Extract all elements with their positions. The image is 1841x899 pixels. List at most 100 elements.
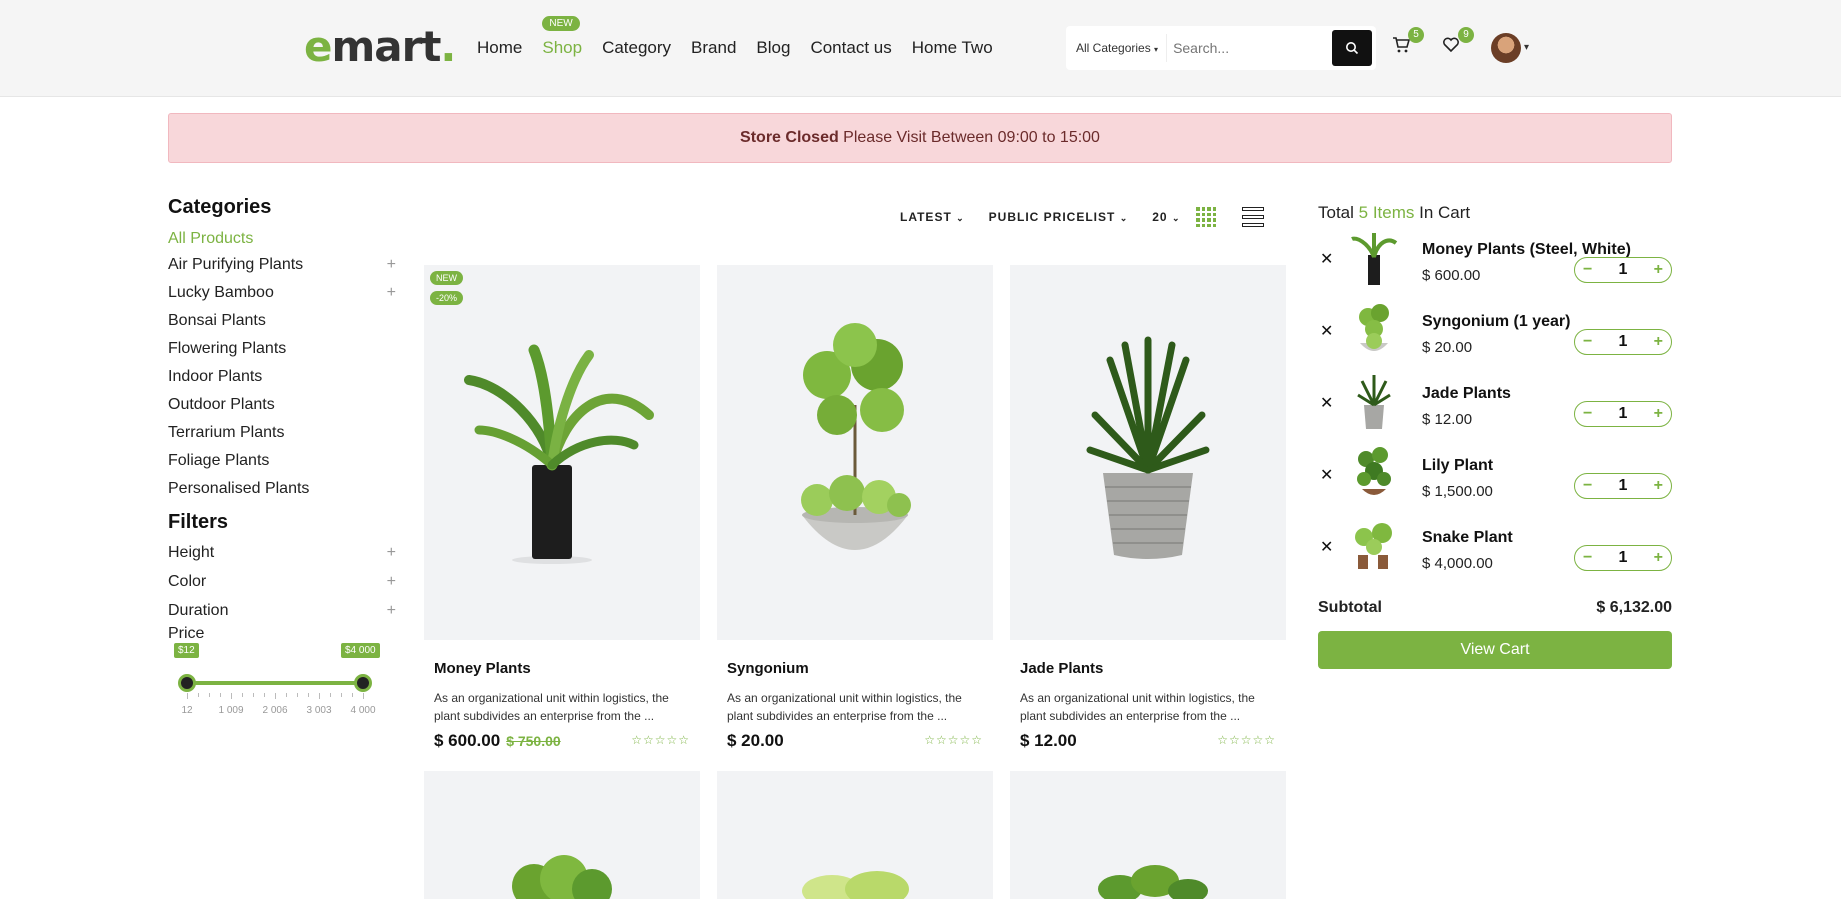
remove-item-icon[interactable]: ✕ (1320, 465, 1333, 485)
filter-duration[interactable]: Duration + (168, 596, 396, 625)
product-image[interactable] (1010, 265, 1286, 640)
chevron-down-icon: ⌄ (1119, 213, 1129, 223)
product-image[interactable]: NEW -20% (424, 265, 700, 640)
filter-color[interactable]: Color + (168, 567, 396, 596)
pricelist-dropdown[interactable]: PUBLIC PRICELIST ⌄ (989, 210, 1129, 224)
view-cart-button[interactable]: View Cart (1318, 631, 1672, 669)
categories-heading: Categories (168, 196, 272, 218)
quantity-value[interactable]: 1 (1619, 261, 1628, 279)
cart-item-name[interactable]: Syngonium (1 year) (1422, 313, 1570, 331)
heart-icon (1443, 37, 1459, 53)
product-price: $ 20.00 (727, 731, 784, 750)
price-filter-label: Price (168, 625, 205, 642)
cart-item-name[interactable]: Snake Plant (1422, 529, 1513, 547)
product-card[interactable]: Syngonium As an organizational unit with… (717, 265, 993, 751)
product-name[interactable]: Syngonium (727, 660, 993, 677)
category-item[interactable]: Flowering Plants (168, 335, 396, 363)
minus-icon[interactable]: − (1583, 261, 1592, 279)
logo-dot: . (440, 22, 456, 71)
list-view-icon[interactable] (1242, 207, 1265, 227)
category-item[interactable]: Foliage Plants (168, 447, 396, 475)
product-card[interactable] (1010, 771, 1286, 899)
emart-logo[interactable]: emart. (304, 22, 456, 71)
avatar[interactable] (1491, 33, 1521, 63)
nav-brand[interactable]: Brand (691, 38, 736, 58)
cart-button[interactable]: 5 (1392, 27, 1424, 59)
plus-icon[interactable]: + (387, 538, 396, 567)
category-item[interactable]: Outdoor Plants (168, 391, 396, 419)
cart-item-price: $ 1,500.00 (1422, 483, 1493, 500)
product-image[interactable] (717, 265, 993, 640)
pricelist-label: PUBLIC PRICELIST (988, 210, 1116, 224)
quantity-value[interactable]: 1 (1619, 333, 1628, 351)
plus-icon[interactable]: + (387, 251, 396, 279)
search-button[interactable] (1332, 30, 1372, 66)
plus-icon[interactable]: + (387, 596, 396, 625)
filter-height[interactable]: Height + (168, 538, 396, 567)
product-name[interactable]: Jade Plants (1020, 660, 1286, 677)
plus-icon[interactable]: + (1654, 477, 1663, 495)
remove-item-icon[interactable]: ✕ (1320, 321, 1333, 341)
search-input[interactable] (1167, 40, 1328, 56)
cart-item-name[interactable]: Lily Plant (1422, 457, 1493, 475)
product-name[interactable]: Money Plants (434, 660, 700, 677)
category-item[interactable]: Lucky Bamboo + (168, 279, 396, 307)
product-price-row: $ 600.00 $ 750.00 ☆☆☆☆☆ (434, 731, 690, 751)
minus-icon[interactable]: − (1583, 333, 1592, 351)
discount-badge: -20% (430, 291, 464, 305)
remove-item-icon[interactable]: ✕ (1320, 249, 1333, 269)
nav-home-two[interactable]: Home Two (912, 38, 993, 58)
quantity-value[interactable]: 1 (1619, 549, 1628, 567)
subtotal-label: Subtotal (1318, 599, 1382, 616)
nav-blog[interactable]: Blog (756, 38, 790, 58)
product-image[interactable] (717, 771, 993, 899)
category-item[interactable]: Personalised Plants (168, 475, 396, 503)
category-item[interactable]: Terrarium Plants (168, 419, 396, 447)
nav-category[interactable]: Category (602, 38, 671, 58)
category-all-products[interactable]: All Products (168, 227, 396, 251)
quantity-stepper: − 1 + (1574, 545, 1672, 571)
quantity-value[interactable]: 1 (1619, 477, 1628, 495)
cart-item-thumbnail (1359, 304, 1389, 351)
per-page-dropdown[interactable]: 20 ⌄ (1152, 210, 1180, 224)
category-item[interactable]: Air Purifying Plants + (168, 251, 396, 279)
sort-label: LATEST (900, 210, 952, 224)
plus-icon[interactable]: + (1654, 405, 1663, 423)
product-card[interactable] (424, 771, 700, 899)
plus-icon[interactable]: + (387, 567, 396, 596)
price-slider-track[interactable] (187, 681, 363, 685)
category-item[interactable]: Indoor Plants (168, 363, 396, 391)
wishlist-button[interactable]: 9 (1442, 27, 1474, 59)
quantity-stepper: − 1 + (1574, 257, 1672, 283)
product-image[interactable] (424, 771, 700, 899)
nav-home[interactable]: Home (477, 38, 522, 58)
search-category-select[interactable]: All Categories ▾ (1066, 34, 1168, 62)
tick-label: 4 000 (350, 705, 376, 716)
chevron-down-icon[interactable]: ▾ (1524, 42, 1529, 53)
sort-dropdown[interactable]: LATEST ⌄ (900, 210, 965, 224)
price-min-handle[interactable] (178, 674, 196, 692)
plus-icon[interactable]: + (387, 279, 396, 307)
product-card[interactable] (717, 771, 993, 899)
search-icon (1346, 42, 1359, 55)
nav-shop[interactable]: NEW Shop (542, 16, 582, 58)
remove-item-icon[interactable]: ✕ (1320, 393, 1333, 413)
remove-item-icon[interactable]: ✕ (1320, 537, 1333, 557)
plus-icon[interactable]: + (1654, 333, 1663, 351)
nav-contact[interactable]: Contact us (810, 38, 891, 58)
cart-item-name[interactable]: Jade Plants (1422, 385, 1511, 403)
minus-icon[interactable]: − (1583, 405, 1592, 423)
minus-icon[interactable]: − (1583, 549, 1592, 567)
price-max-handle[interactable] (354, 674, 372, 692)
product-card[interactable]: NEW -20% Money Plants As an organization… (424, 265, 700, 751)
quantity-value[interactable]: 1 (1619, 405, 1628, 423)
cart-item-price: $ 20.00 (1422, 339, 1473, 356)
product-card[interactable]: Jade Plants As an organizational unit wi… (1010, 265, 1286, 751)
product-image[interactable] (1010, 771, 1286, 899)
category-item[interactable]: Bonsai Plants (168, 307, 396, 335)
quantity-stepper: − 1 + (1574, 329, 1672, 355)
grid-view-icon[interactable] (1196, 207, 1217, 227)
plus-icon[interactable]: + (1654, 549, 1663, 567)
minus-icon[interactable]: − (1583, 477, 1592, 495)
plus-icon[interactable]: + (1654, 261, 1663, 279)
